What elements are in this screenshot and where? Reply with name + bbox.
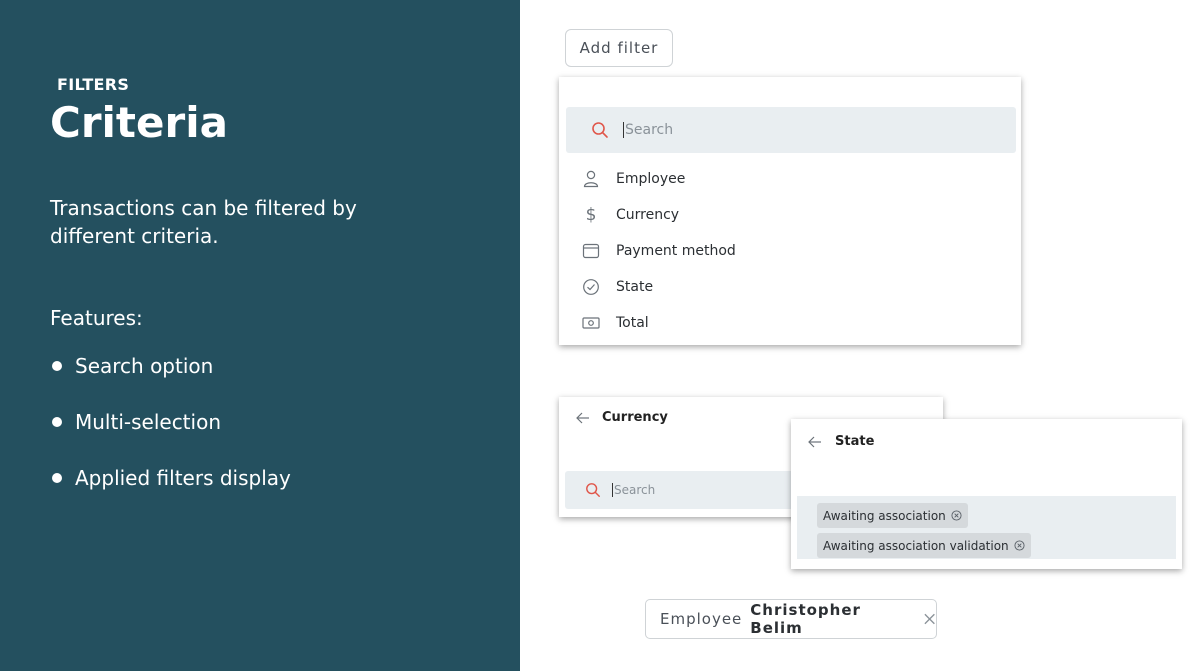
state-filter-panel: State Awaiting association Awaiting asso… xyxy=(791,419,1182,569)
criteria-item-employee[interactable]: Employee xyxy=(581,169,685,189)
search-input[interactable]: Search xyxy=(566,107,1016,153)
eyebrow: FILTERS xyxy=(57,75,130,94)
criteria-item-label: Payment method xyxy=(616,243,736,259)
feature-item: Multi-selection xyxy=(50,410,221,434)
chip-value: Christopher Belim xyxy=(750,601,861,637)
back-button[interactable]: State xyxy=(808,434,874,449)
text-cursor xyxy=(612,483,613,497)
criteria-item-label: Employee xyxy=(616,171,686,187)
criteria-item-label: State xyxy=(616,279,654,295)
dollar-icon: $ xyxy=(585,205,597,225)
close-icon[interactable] xyxy=(923,612,936,626)
cash-icon xyxy=(581,313,601,333)
feature-item: Applied filters display xyxy=(50,466,291,490)
feature-label: Multi-selection xyxy=(75,410,221,434)
criteria-dropdown: Search Employee $ Currency Payment metho… xyxy=(559,77,1021,345)
search-placeholder: Search xyxy=(625,122,674,138)
criteria-item-state[interactable]: State xyxy=(581,277,653,297)
bullet-icon xyxy=(52,417,62,427)
panel-title: State xyxy=(835,434,875,449)
criteria-item-label: Currency xyxy=(616,207,680,223)
person-icon xyxy=(581,169,601,189)
search-icon xyxy=(592,122,608,138)
search-icon xyxy=(586,483,600,497)
selected-tag: Awaiting association xyxy=(817,503,968,528)
feature-item: Search option xyxy=(50,354,213,378)
back-button[interactable]: Currency xyxy=(576,410,668,425)
remove-tag-icon[interactable] xyxy=(1014,540,1025,551)
arrow-left-icon xyxy=(576,412,589,423)
wallet-icon xyxy=(581,241,601,261)
tag-label: Awaiting association xyxy=(823,508,946,523)
page-title: Criteria xyxy=(50,98,228,147)
feature-label: Search option xyxy=(75,354,214,378)
criteria-item-label: Total xyxy=(616,315,649,331)
text-cursor xyxy=(623,122,624,138)
criteria-item-total[interactable]: Total xyxy=(581,313,649,333)
feature-label: Applied filters display xyxy=(75,466,291,490)
description: Transactions can be filtered by differen… xyxy=(50,196,357,248)
features-title: Features: xyxy=(50,306,143,330)
add-filter-button[interactable]: Add filter xyxy=(565,29,673,67)
remove-tag-icon[interactable] xyxy=(951,510,962,521)
check-circle-icon xyxy=(581,277,601,297)
selected-tag: Awaiting association validation xyxy=(817,533,1031,558)
search-placeholder: Search xyxy=(614,483,656,497)
applied-filter-chip[interactable]: Employee Christopher Belim xyxy=(645,599,937,639)
panel-title: Currency xyxy=(602,410,668,425)
selected-tags-box[interactable]: Awaiting association Awaiting associatio… xyxy=(797,496,1176,559)
criteria-item-payment-method[interactable]: Payment method xyxy=(581,241,736,261)
info-panel: FILTERS Criteria Transactions can be fil… xyxy=(0,0,520,671)
criteria-item-currency[interactable]: $ Currency xyxy=(581,205,680,225)
chip-label: Employee xyxy=(660,610,743,628)
bullet-icon xyxy=(52,473,62,483)
bullet-icon xyxy=(52,361,62,371)
arrow-left-icon xyxy=(808,436,821,447)
tag-label: Awaiting association validation xyxy=(823,538,1009,553)
